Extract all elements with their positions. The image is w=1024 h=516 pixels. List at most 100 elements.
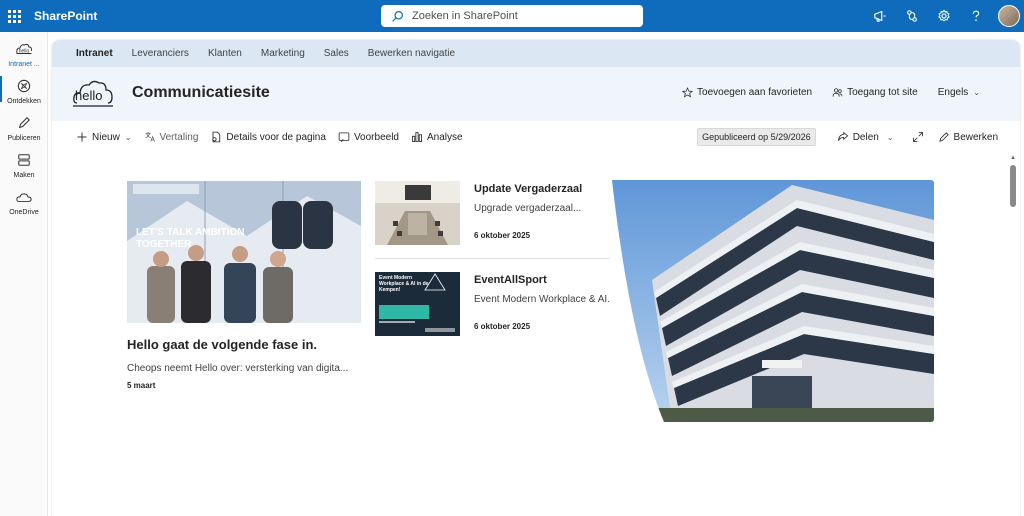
news-item-image [375,181,460,245]
search-placeholder: Zoeken in SharePoint [412,10,518,22]
hubnav-item-klanten[interactable]: Klanten [208,48,242,59]
news-divider [375,258,610,259]
appbar-label: OneDrive [9,209,39,216]
site-header: hello Communicatiesite Toevoegen aan fav… [52,67,1020,121]
cloud-icon [15,188,33,206]
app-name[interactable]: SharePoint [34,9,97,23]
pen-icon [15,114,33,132]
preview-label: Voorbeeld [353,131,399,143]
hubnav-item-edit-navigation[interactable]: Bewerken navigatie [368,48,455,59]
star-icon [682,87,694,98]
plus-icon [77,132,87,142]
page-scrollbar[interactable]: ▲ [1010,155,1016,516]
pencil-icon [938,132,949,142]
hubnav-item-marketing[interactable]: Marketing [261,48,305,59]
chevron-down-icon: ⌄ [973,88,980,97]
published-badge: Gepubliceerd op 5/29/2026 [697,128,816,146]
chevron-down-icon: ⌄ [124,132,132,142]
user-avatar[interactable] [998,5,1020,27]
expand-button[interactable] [912,131,928,143]
waffle-icon [7,9,21,23]
app-launcher-button[interactable] [0,0,28,32]
question-icon [972,10,980,21]
create-icon [15,151,33,169]
edit-button[interactable]: Bewerken [938,131,998,143]
news-item-title[interactable]: Update Vergaderzaal [474,183,582,195]
news-item-image: Event Modern Workplace & AI in de Kempen… [375,272,460,336]
news-item-description: Upgrade vergaderzaal... [474,203,582,214]
appbar-item-ontdekken[interactable]: Ontdekken [0,69,48,106]
share-network-button[interactable] [896,0,928,32]
page-details-button[interactable]: Details voor de pagina [210,131,326,143]
appbar-label: Intranet ... [8,61,40,68]
search-box[interactable]: Zoeken in SharePoint [381,5,643,27]
language-selector[interactable]: Engels ⌄ [938,87,980,98]
share-label: Delen [852,131,879,143]
hubnav-item-sales[interactable]: Sales [324,48,349,59]
news-item-date: 6 oktober 2025 [474,322,531,331]
site-access-button[interactable]: Toegang tot site [832,87,918,98]
site-logo[interactable]: hello [72,77,114,111]
news-item-vergaderzaal[interactable]: Update Vergaderzaal Upgrade vergaderzaal… [375,181,610,267]
gear-icon [938,9,950,22]
command-bar: Nieuw ⌄ Vertaling Details voor de pagina… [52,121,1020,153]
svg-text:hello: hello [19,49,30,55]
hello-logo-icon: hello [15,40,33,58]
scroll-up-icon[interactable]: ▲ [1010,155,1016,161]
news-main-date: 5 maart [127,381,156,390]
add-to-favorites-button[interactable]: Toevoegen aan favorieten [682,87,812,98]
appbar-item-onedrive[interactable]: OneDrive [0,180,48,217]
scrollbar-thumb[interactable] [1010,165,1016,207]
logo-text: hello [75,88,103,103]
analytics-label: Analyse [426,131,463,143]
favorite-label: Toevoegen aan favorieten [697,87,813,98]
news-main-title[interactable]: Hello gaat de volgende fase in. [127,337,317,352]
details-label: Details voor de pagina [226,131,326,143]
network-icon [907,10,917,22]
translation-button[interactable]: Vertaling [144,131,199,143]
suite-bar: SharePoint Zoeken in SharePoint [0,0,1024,32]
hubnav-item-leveranciers[interactable]: Leveranciers [132,48,189,59]
expand-icon [912,132,923,142]
access-label: Toegang tot site [847,87,918,98]
appbar-label: Maken [13,172,35,179]
active-indicator [0,76,2,102]
share-icon [837,131,848,141]
translate-icon [144,132,155,142]
news-item-date: 6 oktober 2025 [474,231,531,240]
new-button[interactable]: Nieuw ⌄ [76,131,132,143]
news-main-image[interactable]: LET'S TALK AMBITION TOGETHER [127,181,361,323]
search-icon [392,10,403,22]
appbar-label: Publiceren [7,135,41,142]
news-item-title[interactable]: EventAllSport [474,274,547,286]
megaphone-button[interactable] [864,0,896,32]
language-label: Engels [937,87,969,98]
news-main-description: Cheops neemt Hello over: versterking van… [127,363,349,374]
hub-navigation: Intranet Leveranciers Klanten Marketing … [52,40,1020,67]
app-bar: hello Intranet ... Ontdekken Publiceren … [0,32,48,516]
analytics-button[interactable]: Analyse [411,131,463,143]
news-item-eventallsport[interactable]: Event Modern Workplace & AI in de Kempen… [375,272,610,358]
preview-button[interactable]: Voorbeeld [338,131,399,143]
chart-icon [412,132,422,142]
news-main-image-text: LET'S TALK AMBITION TOGETHER [136,227,245,250]
translation-label: Vertaling [159,131,199,143]
hubnav-item-intranet[interactable]: Intranet [76,48,113,59]
share-button[interactable]: Delen ⌄ [837,131,894,143]
help-button[interactable] [960,0,992,32]
people-icon [832,88,843,97]
appbar-item-maken[interactable]: Maken [0,143,48,180]
appbar-item-intranet[interactable]: hello Intranet ... [0,32,48,69]
compass-icon [15,77,33,95]
appbar-item-publiceren[interactable]: Publiceren [0,106,48,143]
chevron-down-icon: ⌄ [886,132,894,142]
new-label: Nieuw [92,131,120,143]
settings-button[interactable] [928,0,960,32]
site-frame: Intranet Leveranciers Klanten Marketing … [52,40,1020,516]
megaphone-icon [874,10,886,22]
page-settings-icon [212,131,221,143]
hero-building-image[interactable] [612,180,934,422]
site-title: Communicatiesite [132,84,270,101]
preview-icon [338,132,350,143]
edit-label: Bewerken [953,131,998,143]
